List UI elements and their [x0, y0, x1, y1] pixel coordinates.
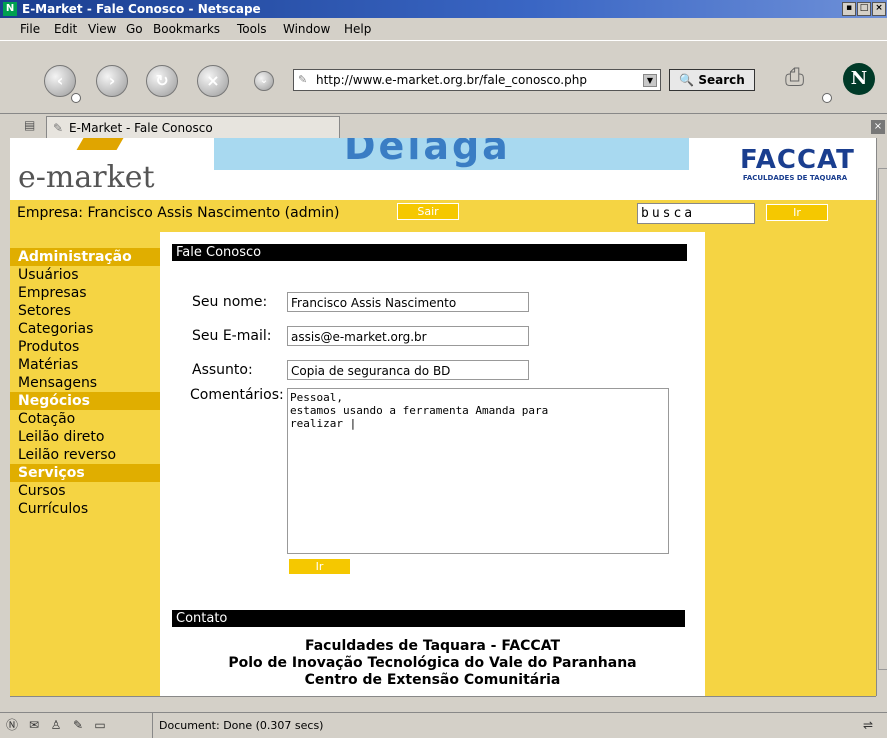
sidebar-item-setores[interactable]: Setores [10, 302, 160, 320]
search-icon: 🔍 [679, 73, 695, 87]
connection-icon: ⇌ [862, 718, 874, 732]
banner-text: Delaga [344, 138, 511, 168]
url-text: http://www.e-market.org.br/fale_conosco.… [316, 73, 587, 87]
name-field[interactable]: Francisco Assis Nascimento [287, 292, 529, 312]
company-label: Empresa: Francisco Assis Nascimento (adm… [17, 205, 340, 221]
close-icon[interactable]: × [872, 2, 886, 16]
horizontal-scrollbar[interactable] [10, 696, 876, 711]
sidebar-item-usuarios[interactable]: Usuários [10, 266, 160, 284]
section-title-contato: Contato [172, 610, 685, 627]
faccat-logo[interactable]: FACCAT FACULDADES DE TAQUARA [740, 145, 855, 182]
faccat-logo-subtitle: FACULDADES DE TAQUARA [742, 174, 848, 182]
sidebar-item-empresas[interactable]: Empresas [10, 284, 160, 302]
chat-icon[interactable]: ▭ [92, 717, 108, 733]
page-icon: ✎ [53, 121, 64, 135]
sidebar-item-cursos[interactable]: Cursos [10, 482, 160, 500]
navigator-icon[interactable]: Ⓝ [4, 717, 20, 733]
print-dropdown-icon[interactable] [822, 93, 832, 103]
subject-label: Assunto: [192, 362, 253, 378]
sidebar-item-mensagens[interactable]: Mensagens [10, 374, 160, 392]
navigation-toolbar: ‹ › ↻ × ⌄ ✎ http://www.e-market.org.br/f… [0, 40, 887, 114]
page-viewport: e-market Delaga FACCAT FACULDADES DE TAQ… [10, 138, 876, 696]
tab-label: E-Market - Fale Conosco [69, 121, 213, 135]
scrollbar-thumb[interactable] [878, 168, 887, 670]
sidebar-item-produtos[interactable]: Produtos [10, 338, 160, 356]
new-tab-icon[interactable]: ▤ [24, 118, 40, 134]
sair-button[interactable]: Sair [397, 203, 459, 220]
e-market-logo[interactable]: e-market [18, 160, 155, 195]
contact-line-2: Polo de Inovação Tecnológica do Vale do … [228, 655, 637, 671]
vertical-scrollbar[interactable] [876, 138, 887, 696]
sidebar-section-administracao: Administração [10, 248, 160, 266]
sidebar-item-categorias[interactable]: Categorias [10, 320, 160, 338]
print-icon[interactable]: ⎙ [785, 63, 819, 91]
back-dropdown-icon[interactable] [71, 93, 81, 103]
section-title-fale-conosco: Fale Conosco [172, 244, 687, 261]
faccat-logo-text: FACCAT [740, 145, 855, 175]
sidebar-item-curriculos[interactable]: Currículos [10, 500, 160, 518]
contact-line-3: Centro de Extensão Comunitária [304, 672, 561, 688]
status-bar: Ⓝ ✉ ♙ ✎ ▭ Document: Done (0.307 secs) ⇌ [0, 712, 887, 738]
composer-icon[interactable]: ✎ [70, 717, 86, 733]
window-title-bar[interactable]: N E-Market - Fale Conosco - Netscape ▪ □… [0, 0, 887, 18]
sidebar-item-materias[interactable]: Matérias [10, 356, 160, 374]
main-content: Fale Conosco Seu nome: Francisco Assis N… [160, 232, 705, 696]
sidebar-section-negocios: Negócios [10, 392, 160, 410]
contact-line-1: Faculdades de Taquara - FACCAT [304, 638, 560, 654]
subject-field[interactable]: Copia de seguranca do BD [287, 360, 529, 380]
menu-bookmarks[interactable]: Bookmarks [153, 18, 220, 40]
url-field[interactable]: ✎ http://www.e-market.org.br/fale_conosc… [293, 69, 661, 91]
back-icon[interactable]: ‹ [44, 65, 76, 97]
sidebar-item-leilao-reverso[interactable]: Leilão reverso [10, 446, 160, 464]
logo-swoosh [76, 138, 124, 150]
maximize-icon[interactable]: □ [857, 2, 871, 16]
email-field[interactable]: assis@e-market.org.br [287, 326, 529, 346]
close-tab-icon[interactable]: × [871, 120, 885, 134]
name-label: Seu nome: [192, 294, 268, 310]
url-history-icon[interactable]: ▼ [643, 74, 657, 87]
banner-ad[interactable]: Delaga [214, 138, 689, 170]
logo-text: e-market [18, 160, 155, 195]
comments-label: Comentários: [190, 387, 284, 403]
menu-help[interactable]: Help [344, 18, 371, 40]
tab-fale-conosco[interactable]: ✎ E-Market - Fale Conosco [46, 116, 340, 139]
email-label: Seu E-mail: [192, 328, 272, 344]
search-button[interactable]: 🔍 Search [669, 69, 755, 91]
tab-bar: ▤ ✎ E-Market - Fale Conosco × [0, 112, 887, 139]
url-dropdown-icon[interactable]: ⌄ [254, 71, 274, 91]
status-text: Document: Done (0.307 secs) [152, 713, 323, 738]
menu-go[interactable]: Go [126, 18, 143, 40]
mail-icon[interactable]: ✉ [26, 717, 42, 733]
sidebar-item-leilao-direto[interactable]: Leilão direto [10, 428, 160, 446]
window-title: E-Market - Fale Conosco - Netscape [22, 2, 261, 16]
sidebar-section-servicos: Serviços [10, 464, 160, 482]
window-left-border [0, 138, 10, 710]
stop-icon[interactable]: × [197, 65, 229, 97]
minimize-icon[interactable]: ▪ [842, 2, 856, 16]
sidebar-item-cotacao[interactable]: Cotação [10, 410, 160, 428]
reload-icon[interactable]: ↻ [146, 65, 178, 97]
menu-file[interactable]: File [20, 18, 40, 40]
sidebar: Administração Usuários Empresas Setores … [10, 248, 160, 518]
menu-view[interactable]: View [88, 18, 116, 40]
netscape-icon: N [3, 2, 17, 16]
addressbook-icon[interactable]: ♙ [48, 717, 64, 733]
submit-button[interactable]: Ir [288, 558, 351, 575]
search-button-label: Search [698, 73, 745, 87]
menu-bar: File Edit View Go Bookmarks Tools Window… [0, 18, 887, 40]
search-go-button[interactable]: Ir [766, 204, 828, 221]
search-input[interactable]: busca [637, 203, 755, 224]
menu-window[interactable]: Window [283, 18, 330, 40]
comments-textarea[interactable]: Pessoal, estamos usando a ferramenta Ama… [287, 388, 669, 554]
menu-edit[interactable]: Edit [54, 18, 77, 40]
netscape-logo-icon[interactable]: N [843, 63, 875, 95]
menu-tools[interactable]: Tools [237, 18, 267, 40]
forward-icon[interactable]: › [96, 65, 128, 97]
page-icon: ✎ [298, 73, 308, 86]
